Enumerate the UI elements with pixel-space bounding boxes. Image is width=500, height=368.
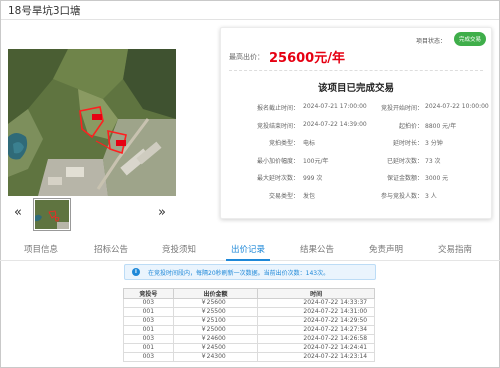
bid-time: 2024-07-22 14:24:41 xyxy=(257,343,375,353)
detail-key: 最小加价幅度： xyxy=(256,157,299,165)
detail-row: 最小加价幅度： 100元/年 已延时次数： 73 次 xyxy=(225,156,489,174)
detail-row: 交易类型： 发包 参与竞投人数： 3 人 xyxy=(225,191,489,209)
gallery-prev-button[interactable]: « xyxy=(14,205,22,220)
tab-trading-guide[interactable]: 交易指南 xyxy=(438,243,472,255)
table-row: 001 ￥25500 2024-07-22 14:31:00 xyxy=(123,307,375,317)
detail-value: 3 人 xyxy=(425,192,437,200)
gallery-thumbnail[interactable] xyxy=(33,198,71,231)
tab-bidding-rules[interactable]: 竞投须知 xyxy=(162,243,196,255)
detail-value: 73 次 xyxy=(425,157,441,165)
table-row: 003 ￥24600 2024-07-22 14:26:58 xyxy=(123,334,375,344)
card-divider xyxy=(229,70,483,71)
refresh-notice-text: 在竞投时间段内，每隔20秒刷新一次数据。当前出价次数：143次。 xyxy=(148,270,330,277)
detail-key: 竞投结束时间： xyxy=(256,122,299,130)
detail-value: 电标 xyxy=(303,140,316,147)
gallery-next-button[interactable]: » xyxy=(158,205,166,220)
bid-amount: ￥25600 xyxy=(172,298,259,308)
detail-value: 8800 元/年 xyxy=(425,122,457,130)
transaction-completed-heading: 该项目已完成交易 xyxy=(317,83,394,94)
bid-number: 003 xyxy=(123,316,174,326)
project-satellite-image xyxy=(8,49,176,196)
bid-number: 001 xyxy=(123,307,174,317)
bid-amount: ￥24600 xyxy=(172,334,259,344)
detail-key: 竞拍类型： xyxy=(268,140,299,147)
detail-value: 发包 xyxy=(303,192,316,200)
tab-disclaimer[interactable]: 免责声明 xyxy=(369,243,403,255)
table-row: 003 ￥25100 2024-07-22 14:29:50 xyxy=(123,316,375,326)
detail-key: 报名截止时间： xyxy=(256,105,299,112)
table-header-row: 竞投号 出价金额 时间 xyxy=(123,288,375,299)
bid-time: 2024-07-22 14:23:14 xyxy=(257,352,375,362)
detail-key: 交易类型： xyxy=(268,192,299,200)
bid-number: 003 xyxy=(123,334,174,344)
bid-number: 003 xyxy=(123,352,174,362)
status-label: 项目状态： xyxy=(415,38,446,45)
detail-key: 保证金数额： xyxy=(386,175,423,182)
detail-row: 报名截止时间： 2024-07-21 17:00:00 竞投开始时间： 2024… xyxy=(225,103,489,121)
bid-amount: ￥24500 xyxy=(172,343,259,353)
bid-number: 001 xyxy=(123,325,174,335)
tab-bid-records[interactable]: 出价记录 xyxy=(231,243,265,255)
thumbnail-graphic xyxy=(35,200,69,229)
bid-amount: ￥25500 xyxy=(172,307,259,317)
bid-time: 2024-07-22 14:26:58 xyxy=(257,334,375,344)
detail-value: 3 分钟 xyxy=(425,140,443,147)
status-badge: 完成交易 xyxy=(453,32,486,46)
active-tab-indicator xyxy=(226,259,270,261)
project-info-card: 项目状态： 完成交易 最高出价： 25600元/年 该项目已完成交易 报名截止时… xyxy=(220,27,492,219)
table-row: 001 ￥24500 2024-07-22 14:24:41 xyxy=(123,343,375,353)
project-details-grid: 报名截止时间： 2024-07-21 17:00:00 竞投开始时间： 2024… xyxy=(225,103,489,208)
detail-row: 最大延时次数： 999 次 保证金数额： 3000 元 xyxy=(225,173,489,191)
detail-value: 2024-07-22 14:39:00 xyxy=(303,120,367,128)
column-header-bid-number: 竞投号 xyxy=(123,288,174,299)
table-row: 001 ￥25000 2024-07-22 14:27:34 xyxy=(123,325,375,335)
bid-time: 2024-07-22 14:33:37 xyxy=(257,298,375,308)
info-icon: i xyxy=(132,268,140,276)
title-divider xyxy=(1,19,499,20)
detail-value: 2024-07-22 10:00:00 xyxy=(425,103,489,110)
bid-number: 001 xyxy=(123,343,174,353)
detail-key: 参与竞投人数： xyxy=(380,192,423,200)
satellite-map-graphic xyxy=(8,49,176,196)
detail-tabs: 项目信息 招标公告 竞投须知 出价记录 结果公告 免责声明 交易指南 xyxy=(0,241,500,261)
price-label: 最高出价： xyxy=(229,53,264,61)
detail-value: 3000 元 xyxy=(425,175,449,182)
bid-amount: ￥24300 xyxy=(172,352,259,362)
table-row: 003 ￥25600 2024-07-22 14:33:37 xyxy=(123,298,375,308)
refresh-notice: i 在竞投时间段内，每隔20秒刷新一次数据。当前出价次数：143次。 xyxy=(124,264,376,280)
bid-time: 2024-07-22 14:29:50 xyxy=(257,316,375,326)
bid-time: 2024-07-22 14:31:00 xyxy=(257,307,375,317)
detail-key: 最大延时次数： xyxy=(256,175,299,182)
detail-value: 999 次 xyxy=(303,175,323,182)
detail-key: 已延时次数： xyxy=(386,157,423,165)
bid-amount: ￥25000 xyxy=(172,325,259,335)
detail-value: 100元/年 xyxy=(303,157,329,165)
detail-row: 竞投结束时间： 2024-07-22 14:39:00 起拍价： 8800 元/… xyxy=(225,121,489,139)
bid-records-table: 竞投号 出价金额 时间 003 ￥25600 2024-07-22 14:33:… xyxy=(123,288,375,362)
bid-amount: ￥25100 xyxy=(172,316,259,326)
tab-tender-notice[interactable]: 招标公告 xyxy=(94,243,128,255)
highest-bid-price: 25600元/年 xyxy=(269,51,345,66)
page-title: 18号旱坑3口塘 xyxy=(8,5,81,17)
detail-key: 竞投开始时间： xyxy=(380,105,423,112)
detail-value: 2024-07-21 17:00:00 xyxy=(303,103,367,110)
detail-row: 竞拍类型： 电标 延时时长： 3 分钟 xyxy=(225,138,489,156)
detail-key: 延时时长： xyxy=(392,140,423,147)
detail-key: 起拍价： xyxy=(398,122,423,130)
tab-project-info[interactable]: 项目信息 xyxy=(24,243,58,255)
tab-result-notice[interactable]: 结果公告 xyxy=(300,243,334,255)
bid-number: 003 xyxy=(123,298,174,308)
column-header-bid-time: 时间 xyxy=(257,288,375,299)
table-row: 003 ￥24300 2024-07-22 14:23:14 xyxy=(123,352,375,362)
bid-time: 2024-07-22 14:27:34 xyxy=(257,325,375,335)
column-header-bid-amount: 出价金额 xyxy=(172,288,259,299)
